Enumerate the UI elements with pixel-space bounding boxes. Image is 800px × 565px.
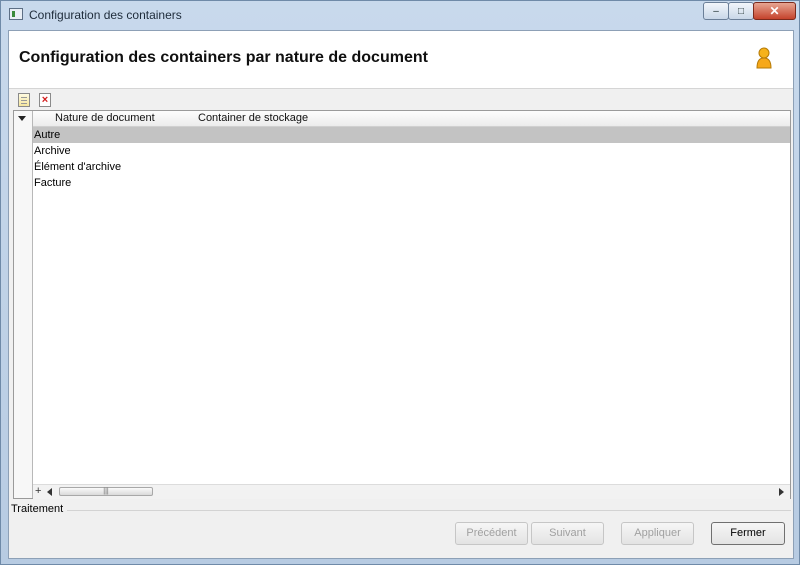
close-icon: ✕: [769, 4, 780, 18]
delete-document-icon[interactable]: ×: [39, 93, 51, 107]
table-row[interactable]: Élément d'archive: [33, 159, 790, 175]
table-row[interactable]: Autre: [33, 127, 790, 143]
page-title: Configuration des containers par nature …: [19, 49, 428, 66]
containers-grid: Nature de document Container de stockage…: [13, 110, 791, 499]
cell-nature: Facture: [34, 177, 72, 189]
new-document-icon[interactable]: [18, 93, 30, 107]
minimize-button[interactable]: –: [703, 2, 729, 20]
dialog-client-area: Configuration des containers par nature …: [8, 30, 794, 559]
apply-button[interactable]: Appliquer: [621, 522, 694, 545]
chevron-down-icon[interactable]: [18, 116, 26, 121]
scroll-left-icon[interactable]: [47, 488, 52, 496]
section-label-traitement: Traitement: [11, 503, 64, 515]
cell-nature: Autre: [34, 129, 61, 141]
scroll-right-icon[interactable]: [779, 488, 784, 496]
window-close-button[interactable]: ✕: [753, 2, 796, 20]
table-row[interactable]: Archive: [33, 143, 790, 159]
app-icon: [9, 8, 23, 20]
minimize-icon: –: [713, 5, 719, 17]
maximize-button[interactable]: □: [728, 2, 754, 20]
horizontal-scrollbar[interactable]: + |||: [33, 484, 790, 499]
user-icon[interactable]: [754, 47, 774, 69]
table-row[interactable]: Facture: [33, 175, 790, 191]
column-header-nature[interactable]: Nature de document: [55, 112, 155, 124]
grid-header: Nature de document Container de stockage: [14, 111, 790, 127]
cell-nature: Archive: [34, 145, 71, 157]
dialog-header: Configuration des containers par nature …: [9, 31, 793, 89]
window-title: Configuration des containers: [29, 8, 182, 22]
delete-icon-glyph: ×: [41, 94, 49, 106]
application-window: Configuration des containers – □ ✕ Confi…: [0, 0, 800, 565]
previous-button[interactable]: Précédent: [455, 522, 528, 545]
column-header-container[interactable]: Container de stockage: [198, 112, 308, 124]
row-indicator-column: [14, 111, 33, 498]
scroll-thumb[interactable]: |||: [59, 487, 153, 496]
cell-nature: Élément d'archive: [34, 161, 122, 173]
next-button[interactable]: Suivant: [531, 522, 604, 545]
maximize-icon: □: [737, 5, 745, 17]
section-divider: [67, 510, 791, 511]
expand-plus-icon[interactable]: +: [35, 485, 41, 497]
close-button[interactable]: Fermer: [711, 522, 785, 545]
title-bar[interactable]: Configuration des containers – □ ✕: [1, 1, 799, 29]
